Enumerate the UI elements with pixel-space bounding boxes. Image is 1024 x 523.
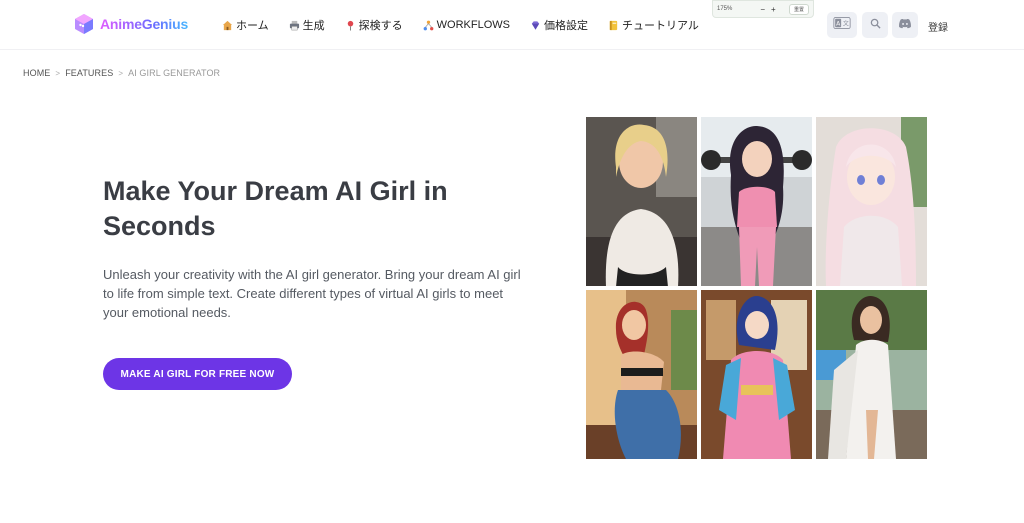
main-nav: ホーム 生成 探検する WORKFLOWS 価格設定 チュートリアル (222, 17, 719, 33)
nav-item-label: WORKFLOWS (436, 19, 511, 31)
gallery-image-blonde-hoodie[interactable] (586, 117, 697, 286)
logo[interactable]: AnimeGenius (72, 12, 188, 36)
zoom-in-button[interactable]: + (771, 5, 776, 14)
translate-icon: A文 (833, 16, 851, 34)
nav-item-workflows[interactable]: WORKFLOWS (423, 17, 510, 33)
example-gallery (586, 117, 927, 459)
login-link[interactable]: 登録 (928, 19, 948, 34)
gallery-image-jeans-girl[interactable] (586, 290, 697, 459)
make-ai-girl-button[interactable]: MAKE AI GIRL FOR FREE NOW (103, 358, 292, 390)
nav-item-pricing[interactable]: 価格設定 (530, 17, 588, 33)
nav-item-label: 価格設定 (544, 20, 589, 32)
zoom-reset-button[interactable]: 重置 (788, 3, 809, 15)
nav-item-label: 生成 (302, 20, 325, 32)
page-title: Make Your Dream AI Girl in Seconds (103, 176, 448, 241)
search-icon (870, 16, 881, 34)
discord-button[interactable] (892, 12, 918, 38)
nav-item-home[interactable]: ホーム (222, 17, 269, 33)
gallery-image-gym-girl[interactable] (701, 117, 812, 286)
zoom-control: 175% − + 重置 (712, 0, 814, 18)
house-icon (222, 20, 233, 31)
svg-text:文: 文 (843, 20, 849, 28)
notebook-icon (608, 20, 619, 31)
zoom-level: 175% (717, 6, 733, 12)
workflow-icon (423, 20, 434, 31)
breadcrumb-separator: > (55, 68, 61, 78)
language-button[interactable]: A文 (827, 12, 857, 38)
pin-icon (345, 20, 356, 31)
logo-text: AnimeGenius (100, 16, 189, 32)
gem-icon (530, 20, 541, 31)
nav-item-generate[interactable]: 生成 (289, 17, 325, 33)
nav-item-label: チュートリアル (622, 20, 699, 32)
gallery-image-white-dress[interactable] (816, 290, 927, 459)
gallery-image-pink-hair[interactable] (816, 117, 927, 286)
discord-icon (898, 16, 912, 34)
nav-item-tutorial[interactable]: チュートリアル (608, 17, 699, 33)
nav-item-explore[interactable]: 探検する (345, 17, 403, 33)
hero-description: Unleash your creativity with the AI girl… (103, 267, 521, 320)
breadcrumb-current: AI GIRL GENERATOR (128, 68, 221, 78)
breadcrumb-features[interactable]: FEATURES (65, 68, 113, 78)
nav-item-label: 探検する (358, 20, 403, 32)
breadcrumb-home[interactable]: HOME (23, 68, 50, 78)
printer-icon (289, 20, 300, 31)
zoom-out-button[interactable]: − (760, 5, 765, 14)
logo-cube-icon (72, 12, 96, 36)
search-button[interactable] (862, 12, 888, 38)
breadcrumb-separator: > (118, 68, 124, 78)
gallery-image-kimono-girl[interactable] (701, 290, 812, 459)
nav-item-label: ホーム (236, 20, 269, 32)
breadcrumb: HOME > FEATURES > AI GIRL GENERATOR (23, 68, 220, 78)
top-header: AnimeGenius ホーム 生成 探検する WORKFLOWS 価格設定 チ… (0, 0, 1024, 50)
